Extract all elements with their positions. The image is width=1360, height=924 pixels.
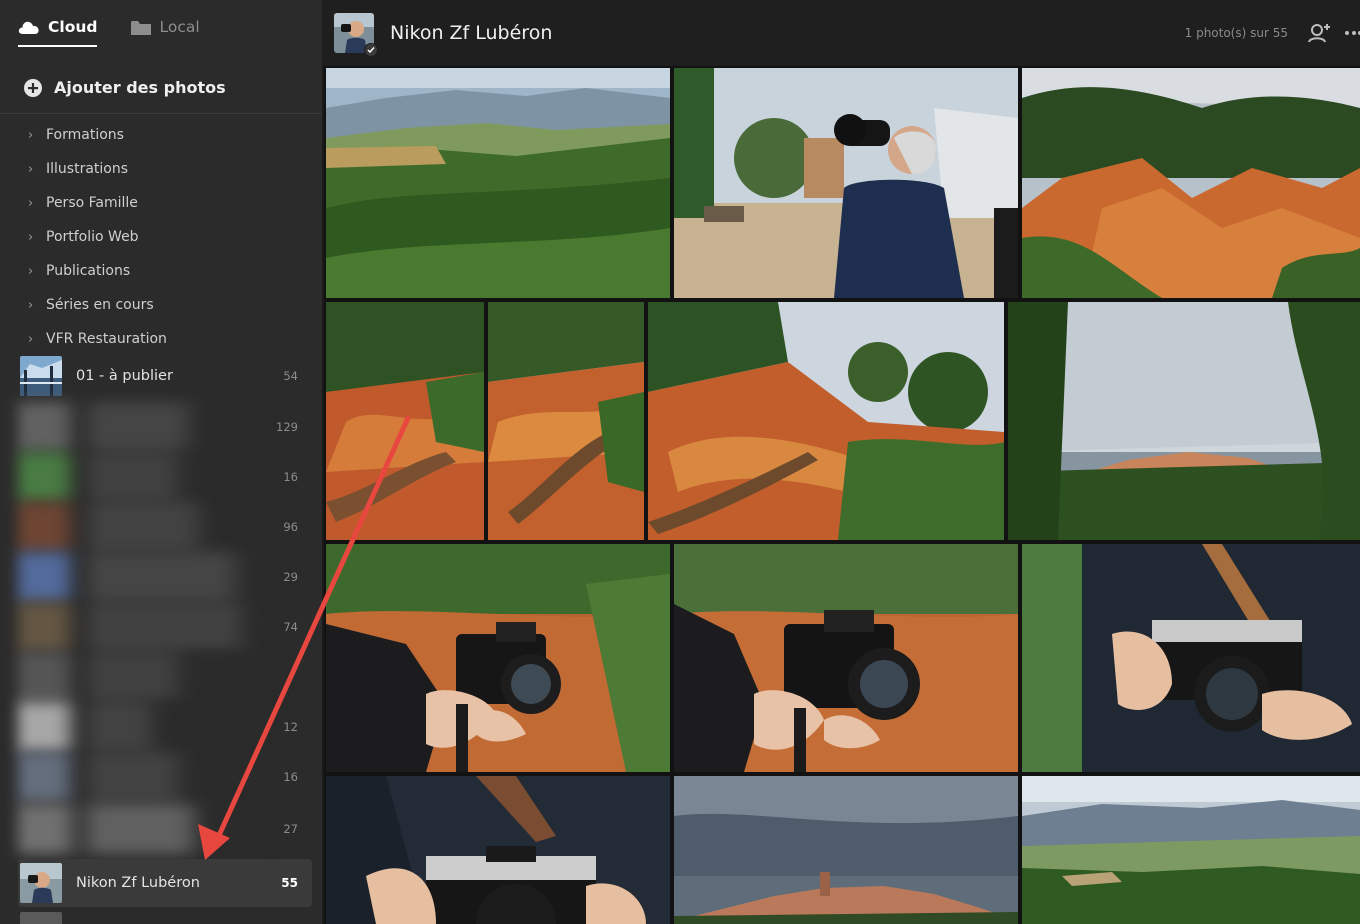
album-row-redacted[interactable]: 16 xyxy=(18,452,312,502)
folder-item-vfr-restauration[interactable]: › VFR Restauration xyxy=(0,322,322,356)
folder-label: VFR Restauration xyxy=(46,331,167,347)
photo-camera-chest[interactable] xyxy=(1022,544,1360,772)
photo-ochre-trail-wide[interactable] xyxy=(648,302,1004,540)
album-thumbnail xyxy=(20,356,62,396)
redacted-content xyxy=(18,402,280,452)
tab-cloud[interactable]: Cloud xyxy=(18,18,98,47)
redacted-content xyxy=(18,552,280,602)
folder-icon xyxy=(131,20,152,35)
photo-grid xyxy=(324,66,1360,924)
chevron-right-icon: › xyxy=(28,229,34,245)
album-row-redacted[interactable]: 74 xyxy=(18,602,312,652)
chevron-right-icon: › xyxy=(28,263,34,279)
folder-item-series-en-cours[interactable]: › Séries en cours xyxy=(0,288,322,322)
album-count: 55 xyxy=(281,876,298,890)
album-name: Nikon Zf Lubéron xyxy=(76,875,200,891)
folder-item-illustrations[interactable]: › Illustrations xyxy=(0,152,322,186)
folder-item-publications[interactable]: › Publications xyxy=(0,254,322,288)
album-thumbnail xyxy=(20,863,62,903)
album-row-redacted[interactable]: 12 xyxy=(18,702,312,752)
photo-roussillon-village[interactable] xyxy=(1008,302,1360,540)
album-row-redacted[interactable]: 29 xyxy=(18,552,312,602)
photo-landscape-hills[interactable] xyxy=(326,68,670,298)
tab-cloud-label: Cloud xyxy=(48,18,98,36)
album-row-a-publier[interactable]: 01 - à publier 54 xyxy=(18,352,312,400)
photo-ochre-trail-2[interactable] xyxy=(488,302,644,540)
album-count: 54 xyxy=(283,369,298,383)
redacted-content xyxy=(18,602,280,652)
chevron-right-icon: › xyxy=(28,127,34,143)
album-count: 16 xyxy=(283,770,298,784)
more-options-button[interactable] xyxy=(1344,20,1360,46)
album-row-redacted[interactable]: 16 xyxy=(18,752,312,802)
folder-item-perso-famille[interactable]: › Perso Famille xyxy=(0,186,322,220)
redacted-content xyxy=(18,702,280,752)
album-header: Nikon Zf Lubéron 1 photo(s) sur 55 xyxy=(322,0,1360,66)
folder-label: Perso Famille xyxy=(46,195,138,211)
redacted-content xyxy=(18,752,280,802)
more-icon xyxy=(1345,31,1360,35)
tab-local[interactable]: Local xyxy=(131,18,200,45)
folder-label: Formations xyxy=(46,127,124,143)
album-row-redacted[interactable]: 129 xyxy=(18,402,312,452)
folder-item-portfolio-web[interactable]: › Portfolio Web xyxy=(0,220,322,254)
add-person-icon xyxy=(1308,24,1330,43)
album-count: 74 xyxy=(283,620,298,634)
sidebar: Cloud Local Ajouter des photos › Formatio… xyxy=(0,0,322,924)
redacted-content xyxy=(18,652,280,702)
folder-label: Portfolio Web xyxy=(46,229,139,245)
chevron-right-icon: › xyxy=(28,331,34,347)
photo-count: 1 photo(s) sur 55 xyxy=(1184,26,1288,40)
album-avatar xyxy=(334,13,378,57)
add-person-button[interactable] xyxy=(1306,20,1332,46)
photo-valley-view[interactable] xyxy=(1022,776,1360,924)
photo-photographer-portrait[interactable] xyxy=(674,68,1018,298)
album-row-redacted[interactable]: 96 xyxy=(18,502,312,552)
add-photos-button[interactable]: Ajouter des photos xyxy=(0,62,322,114)
photo-ochre-cliffs[interactable] xyxy=(1022,68,1360,298)
album-name: 01 - à publier xyxy=(76,368,173,384)
album-row-redacted[interactable] xyxy=(18,652,312,702)
folder-item-formations[interactable]: › Formations xyxy=(0,118,322,152)
album-row-redacted[interactable]: 27 xyxy=(18,804,312,854)
folder-label: Illustrations xyxy=(46,161,129,177)
album-count: 29 xyxy=(283,570,298,584)
album-count: 27 xyxy=(283,822,298,836)
photo-camera-hands-1[interactable] xyxy=(326,544,670,772)
chevron-right-icon: › xyxy=(28,195,34,211)
add-photos-label: Ajouter des photos xyxy=(54,78,226,97)
album-count: 129 xyxy=(276,420,298,434)
shared-badge-icon xyxy=(364,43,378,57)
redacted-content xyxy=(18,452,280,502)
cloud-icon xyxy=(18,21,39,34)
folder-label: Publications xyxy=(46,263,131,279)
photo-ochre-trail-1[interactable] xyxy=(326,302,484,540)
folder-list: › Formations › Illustrations › Perso Famill… xyxy=(0,114,322,356)
photo-camera-hands-2[interactable] xyxy=(674,544,1018,772)
chevron-right-icon: › xyxy=(28,297,34,313)
album-row-nikon-zf-luberon[interactable]: Nikon Zf Lubéron 55 xyxy=(18,859,312,907)
source-tabs: Cloud Local xyxy=(0,0,322,62)
plus-circle-icon xyxy=(24,78,42,97)
photo-nikon-zf-front[interactable] xyxy=(326,776,670,924)
folder-label: Séries en cours xyxy=(46,297,154,313)
redacted-content xyxy=(18,502,280,552)
redacted-content xyxy=(18,804,280,854)
album-count: 96 xyxy=(283,520,298,534)
album-count: 12 xyxy=(283,720,298,734)
album-title: Nikon Zf Lubéron xyxy=(390,22,553,44)
chevron-right-icon: › xyxy=(28,161,34,177)
photo-roussillon-storm[interactable] xyxy=(674,776,1018,924)
tab-local-label: Local xyxy=(159,18,200,36)
album-thumbnail-partial xyxy=(20,912,62,924)
album-count: 16 xyxy=(283,470,298,484)
